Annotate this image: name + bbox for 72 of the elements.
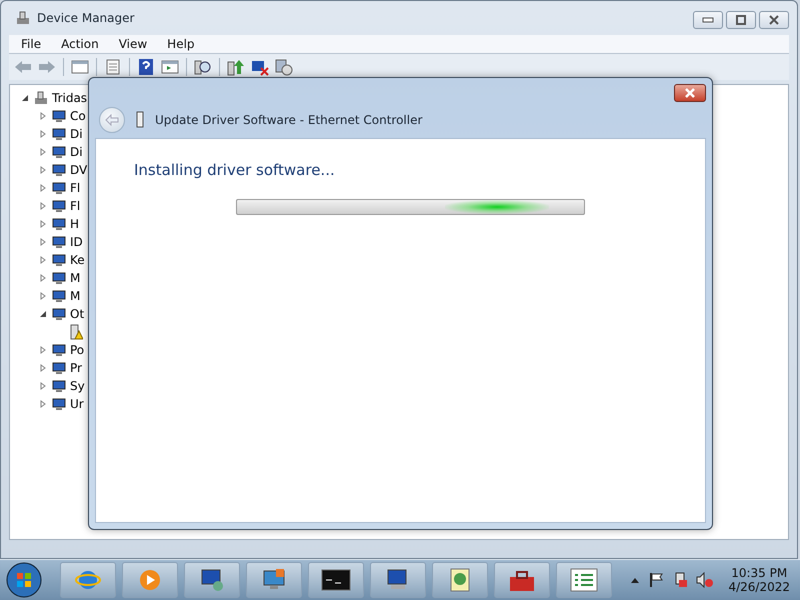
- device-icon: [51, 288, 67, 304]
- device-icon: [51, 306, 67, 322]
- device-icon: [51, 396, 67, 412]
- device-icon: [51, 162, 67, 178]
- window-title: Device Manager: [37, 11, 136, 25]
- taskbar-button[interactable]: [370, 562, 426, 598]
- tree-item[interactable]: Ke: [70, 253, 85, 267]
- menu-item[interactable]: View: [110, 37, 156, 51]
- flag-icon[interactable]: [648, 572, 664, 588]
- menu-item[interactable]: Action: [53, 37, 107, 51]
- clock[interactable]: 10:35 PM 4/26/2022: [722, 566, 796, 594]
- tree-item[interactable]: DV: [70, 163, 88, 177]
- maximize-button[interactable]: [726, 11, 756, 29]
- tree-item[interactable]: ID: [70, 235, 83, 249]
- taskbar-button[interactable]: [308, 562, 364, 598]
- network-adapter-icon: [135, 111, 145, 129]
- device-manager-icon: [15, 10, 31, 26]
- tree-item[interactable]: Tridas: [52, 91, 88, 105]
- close-button[interactable]: [674, 84, 706, 102]
- tree-item[interactable]: M: [70, 271, 80, 285]
- tree-item[interactable]: Fl: [70, 199, 80, 213]
- device-icon: [51, 342, 67, 358]
- close-button[interactable]: [759, 11, 789, 29]
- tree-item[interactable]: Po: [70, 343, 84, 357]
- device-icon: [51, 270, 67, 286]
- uninstall-button[interactable]: [274, 57, 294, 77]
- device-icon: [51, 108, 67, 124]
- device-icon: [51, 144, 67, 160]
- tree-item[interactable]: Ur: [70, 397, 84, 411]
- device-icon: [51, 234, 67, 250]
- device-icon: [51, 180, 67, 196]
- expander-icon[interactable]: [38, 309, 48, 319]
- console-icon: [321, 569, 351, 591]
- status-heading: Installing driver software...: [134, 161, 336, 179]
- tree-item[interactable]: Di: [70, 127, 83, 141]
- back-arrow-icon: [105, 114, 119, 126]
- media-player-icon: [137, 567, 163, 593]
- taskbar-button[interactable]: [494, 562, 550, 598]
- tree-item[interactable]: Di: [70, 145, 83, 159]
- show-hidden-icons-button[interactable]: [630, 576, 640, 584]
- help-button[interactable]: [136, 57, 156, 77]
- device-icon: [51, 252, 67, 268]
- tree-item[interactable]: Pr: [70, 361, 82, 375]
- dialog-title: Update Driver Software - Ethernet Controller: [155, 113, 422, 127]
- tree-item[interactable]: M: [70, 289, 80, 303]
- minimize-icon: [702, 17, 714, 23]
- start-button[interactable]: [4, 561, 44, 599]
- menu-item[interactable]: Help: [159, 37, 203, 51]
- device-icon: [51, 378, 67, 394]
- device-icon: [51, 360, 67, 376]
- speaker-muted-icon[interactable]: [696, 572, 714, 588]
- warning-device-icon[interactable]: [69, 324, 83, 340]
- close-icon: [768, 15, 780, 25]
- tree-item[interactable]: H: [70, 217, 80, 231]
- maximize-icon: [735, 15, 747, 25]
- device-icon: [51, 198, 67, 214]
- expander-icon[interactable]: [20, 93, 30, 103]
- tree-item[interactable]: Co: [70, 109, 86, 123]
- taskbar-button[interactable]: [246, 562, 302, 598]
- device-icon: [51, 126, 67, 142]
- taskbar-button[interactable]: [184, 562, 240, 598]
- tree-item[interactable]: Ot: [70, 307, 84, 321]
- close-icon: [684, 88, 696, 98]
- tree-item[interactable]: Fl: [70, 181, 80, 195]
- monitor-icon: [199, 567, 225, 593]
- menu-item[interactable]: File: [13, 37, 50, 51]
- clock-time: 10:35 PM: [731, 566, 788, 580]
- list-icon: [570, 568, 598, 592]
- device-icon: [51, 216, 67, 232]
- clock-date: 4/26/2022: [728, 580, 790, 594]
- tree-item[interactable]: Sy: [70, 379, 85, 393]
- minimize-button[interactable]: [693, 11, 723, 29]
